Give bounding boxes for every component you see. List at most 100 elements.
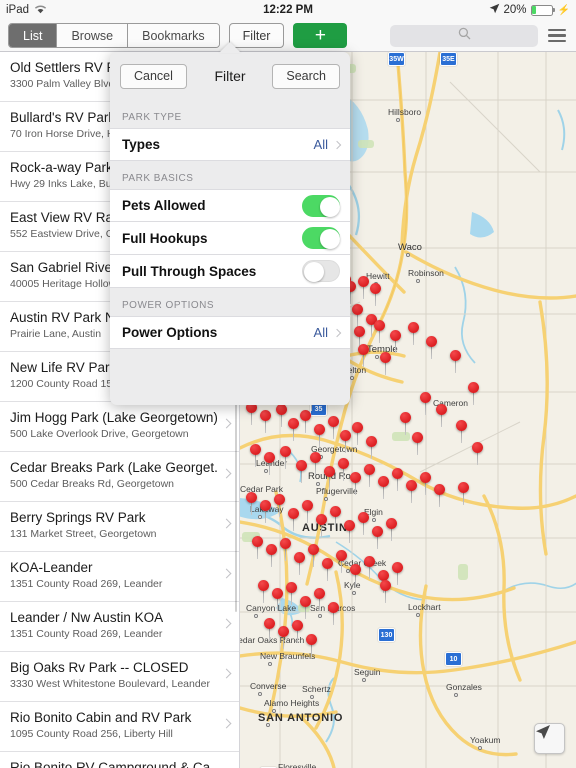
- filter-disclosure-row[interactable]: Types All: [110, 128, 350, 161]
- map-pin-head: [324, 466, 335, 477]
- highway-shield: 10: [445, 652, 462, 666]
- battery-icon: [530, 4, 555, 16]
- map-pin-head: [412, 432, 423, 443]
- filter-toggle-row[interactable]: Pull Through Spaces: [110, 255, 350, 288]
- chevron-right-icon: [221, 418, 232, 429]
- cancel-button[interactable]: Cancel: [120, 63, 187, 89]
- map-pin-head: [386, 518, 397, 529]
- filter-sections: PARK TYPE Types All PARK BASICS Pets Allowed…: [110, 100, 350, 349]
- popover-header: Cancel Filter Search: [110, 52, 350, 100]
- search-button[interactable]: Search: [272, 63, 340, 89]
- filter-toggle-row[interactable]: Pets Allowed: [110, 189, 350, 222]
- toggle-switch[interactable]: [302, 227, 340, 249]
- map-city-dot: [375, 355, 379, 359]
- chevron-right-icon: [221, 618, 232, 629]
- list-item-subtitle: 1351 County Road 269, Leander: [10, 628, 163, 640]
- map-label: Hillsboro: [388, 107, 422, 117]
- row-label: Pull Through Spaces: [122, 263, 257, 279]
- chevron-right-icon: [221, 668, 232, 679]
- map-label: Lockhart: [408, 602, 441, 612]
- map-pin-head: [246, 492, 257, 503]
- map-label: Pflugerville: [316, 486, 358, 496]
- search-input[interactable]: [390, 24, 538, 47]
- popover-footer-space: [110, 349, 350, 365]
- map-label: Yoakum: [470, 735, 501, 745]
- map-city-dot: [254, 614, 258, 618]
- list-item[interactable]: KOA-Leander 1351 County Road 269, Leander: [0, 552, 239, 602]
- map-city-dot: [352, 591, 356, 595]
- map-pin-head: [354, 326, 365, 337]
- list-item[interactable]: Leander / Nw Austin KOA 1351 County Road …: [0, 602, 239, 652]
- chevron-right-icon: [221, 468, 232, 479]
- segment-browse[interactable]: Browse: [57, 24, 129, 47]
- map-city-dot: [318, 614, 322, 618]
- list-item[interactable]: Berry Springs RV Park 131 Market Street, …: [0, 502, 239, 552]
- list-item[interactable]: Rio Bonito RV Campground & Ca...1095 Cou…: [0, 752, 239, 768]
- map-pin-head: [258, 580, 269, 591]
- map-pin-head: [328, 416, 339, 427]
- list-item[interactable]: Rio Bonito Cabin and RV Park 1095 County …: [0, 702, 239, 752]
- map-city-dot: [372, 518, 376, 522]
- list-item-subtitle: 131 Market Street, Georgetown: [10, 528, 157, 540]
- map-label: Schertz: [302, 684, 331, 694]
- map-pin-head: [288, 418, 299, 429]
- toggle-switch[interactable]: [302, 260, 340, 282]
- map-label: Canyon Lake: [246, 603, 297, 613]
- list-item[interactable]: Cedar Breaks Park (Lake Georget... 500 Ce…: [0, 452, 239, 502]
- map-pin-head: [352, 304, 363, 315]
- map-city-dot: [258, 515, 262, 519]
- locate-me-button[interactable]: [534, 723, 565, 754]
- list-item-subtitle: 1351 County Road 269, Leander: [10, 578, 163, 590]
- map-pin-head: [250, 444, 261, 455]
- map-city-dot: [416, 613, 420, 617]
- map-pin-head: [390, 330, 401, 341]
- highway-shield: 35W: [388, 52, 405, 66]
- map-pin-head: [314, 588, 325, 599]
- map-pin-head: [408, 322, 419, 333]
- list-item-title: Jim Hogg Park (Lake Georgetown): [10, 410, 218, 425]
- row-value: All: [313, 137, 328, 152]
- row-label: Types: [122, 137, 161, 152]
- view-mode-segmented-control[interactable]: List Browse Bookmarks: [8, 23, 220, 48]
- list-item[interactable]: Big Oaks Rv Park -- CLOSED 3330 West Whit…: [0, 652, 239, 702]
- row-label: Pets Allowed: [122, 198, 206, 213]
- row-value-group: All: [314, 325, 342, 340]
- map-pin-head: [266, 544, 277, 555]
- segment-list[interactable]: List: [9, 24, 58, 47]
- map-pin-head: [372, 526, 383, 537]
- map-pin-head: [392, 562, 403, 573]
- hamburger-menu-icon[interactable]: [548, 28, 568, 43]
- map-pin-head: [380, 580, 391, 591]
- map-label: Cedar Park: [240, 484, 283, 494]
- device-name: iPad: [6, 4, 30, 16]
- list-item[interactable]: Jim Hogg Park (Lake Georgetown) 500 Lake …: [0, 402, 239, 452]
- map-pin-head: [358, 512, 369, 523]
- list-item-subtitle: 3330 West Whitestone Boulevard, Leander: [10, 678, 211, 690]
- map-pin-head: [392, 468, 403, 479]
- add-button[interactable]: +: [293, 23, 348, 48]
- map-pin-head: [308, 544, 319, 555]
- battery-percent: 20%: [503, 4, 527, 16]
- filter-disclosure-row[interactable]: Power Options All: [110, 316, 350, 349]
- map-pin-head: [374, 320, 385, 331]
- map-pin-head: [264, 452, 275, 463]
- row-label: Full Hookups: [122, 230, 208, 246]
- map-label: Alamo Heights: [264, 698, 320, 708]
- list-item-title: Rio Bonito RV Campground & Ca...: [10, 760, 219, 768]
- status-bar-right: 20% ⚡: [489, 3, 570, 17]
- toggle-switch[interactable]: [302, 194, 340, 217]
- map-pin-head: [300, 410, 311, 421]
- list-item-title: Leander / Nw Austin KOA: [10, 610, 164, 625]
- toggle-knob: [320, 229, 340, 249]
- map-city-dot: [406, 253, 410, 257]
- section-header: PARK BASICS: [122, 173, 194, 184]
- map-pin-head: [426, 336, 437, 347]
- segment-bookmarks[interactable]: Bookmarks: [128, 24, 219, 47]
- map-pin-head: [340, 430, 351, 441]
- map-pin-head: [260, 500, 271, 511]
- map-pin-head: [280, 446, 291, 457]
- filter-toggle-row[interactable]: Full Hookups: [110, 222, 350, 255]
- map-label: Robinson: [408, 268, 444, 278]
- map-pin-head: [370, 283, 381, 294]
- map-city-dot: [324, 497, 328, 501]
